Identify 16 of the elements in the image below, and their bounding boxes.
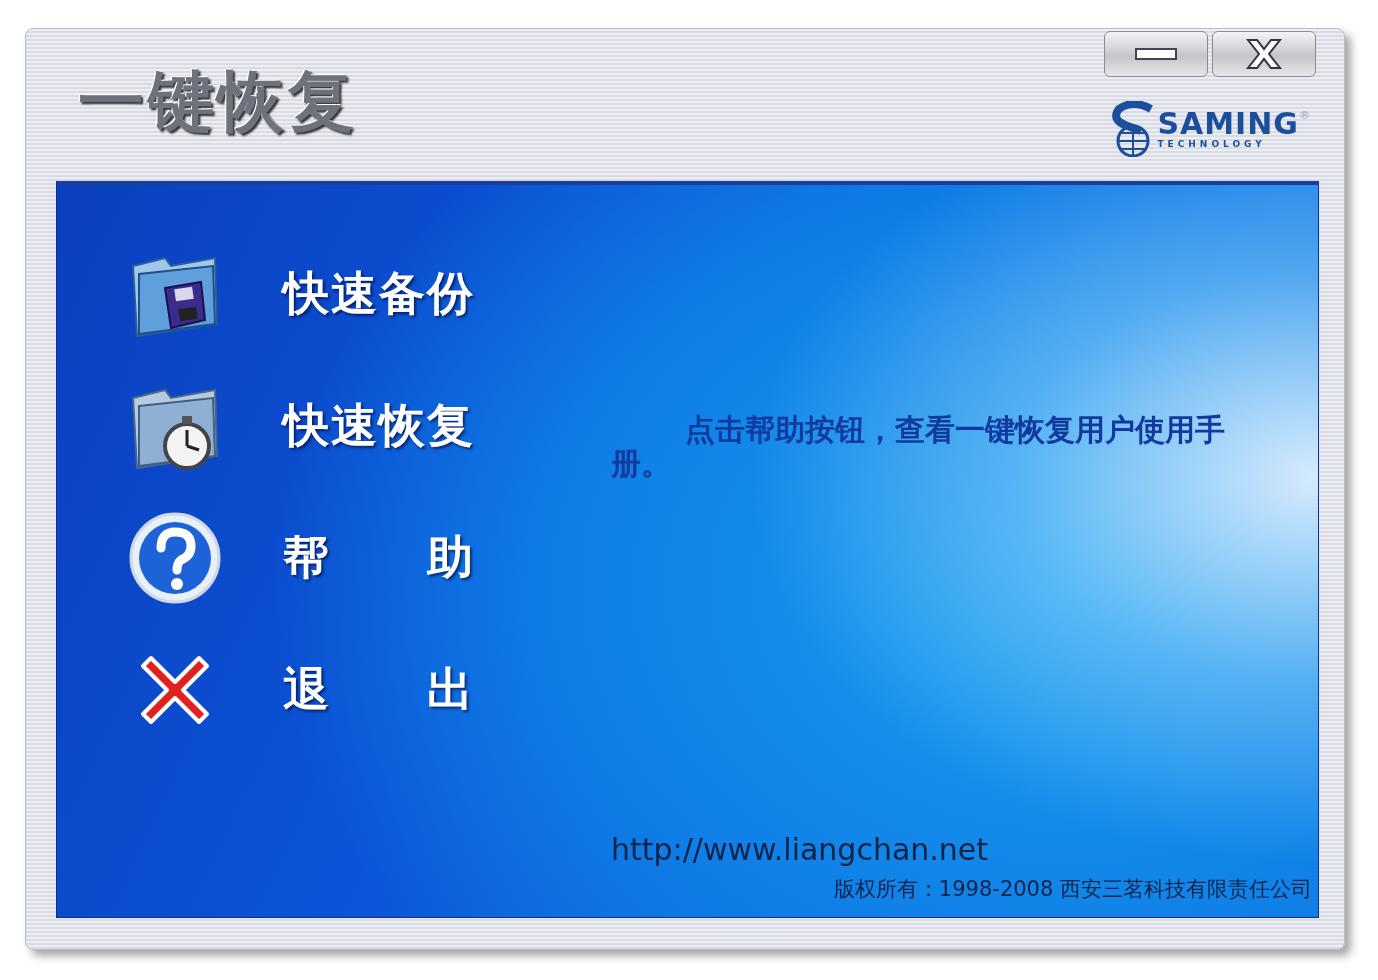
minimize-button[interactable]: [1104, 31, 1208, 77]
close-button[interactable]: [1212, 31, 1316, 77]
menu-item[interactable]: 快速备份: [125, 243, 473, 345]
globe-icon: [1111, 101, 1156, 157]
copyright-text: 版权所有：1998-2008 西安三茗科技有限责任公司: [833, 876, 1312, 903]
website-link[interactable]: http://www.liangchan.net: [611, 832, 989, 867]
logo-name: SAMING: [1157, 109, 1299, 139]
logo-tagline: TECHNOLOGY: [1157, 139, 1267, 149]
window-title: 一键恢复: [78, 61, 358, 141]
close-icon: [1245, 38, 1283, 70]
menu-item[interactable]: 帮 助: [125, 507, 473, 609]
minimize-icon: [1135, 48, 1177, 60]
menu-item[interactable]: 退 出: [125, 639, 473, 741]
registered-mark: ®: [1299, 109, 1310, 122]
help-message: 点击帮助按钮，查看一键恢复用户使用手册。: [611, 413, 1226, 481]
menu-item[interactable]: 快速恢复: [125, 375, 473, 477]
